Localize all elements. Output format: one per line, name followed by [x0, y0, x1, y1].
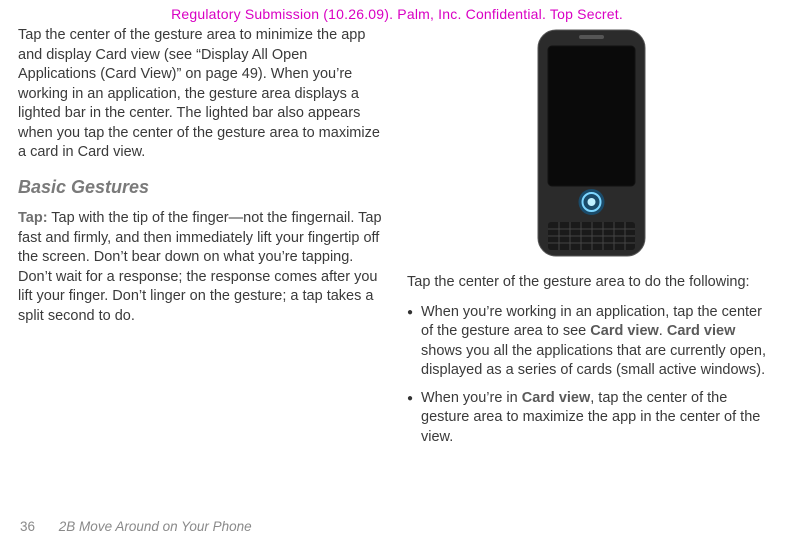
card-view-label: Card view	[590, 323, 659, 339]
gesture-caption: Tap the center of the gesture area to do…	[407, 273, 776, 293]
section-heading-basic-gestures: Basic Gestures	[18, 175, 387, 199]
confidential-notice: Regulatory Submission (10.26.09). Palm, …	[18, 0, 776, 26]
left-column: Tap the center of the gesture area to mi…	[18, 26, 387, 456]
bullet-text-2: When you’re in Card view, tap the center…	[421, 389, 776, 448]
tap-paragraph: Tap: Tap with the tip of the finger—not …	[18, 209, 387, 326]
list-item: ● When you’re working in an application,…	[407, 303, 776, 381]
intro-paragraph: Tap the center of the gesture area to mi…	[18, 26, 387, 163]
page-footer: 36 2B Move Around on Your Phone	[20, 519, 252, 534]
bullet-icon: ●	[407, 303, 421, 381]
bullet2-part1: When you’re in	[421, 390, 522, 406]
right-column: Tap the center of the gesture area to do…	[407, 26, 776, 456]
phone-illustration	[407, 26, 776, 261]
term-tap: Tap:	[18, 210, 48, 226]
bullet-text-1: When you’re working in an application, t…	[421, 303, 776, 381]
phone-icon	[524, 26, 659, 261]
tap-body: Tap with the tip of the finger—not the f…	[18, 210, 382, 324]
page-number: 36	[20, 519, 35, 534]
bullet-icon: ●	[407, 389, 421, 448]
list-item: ● When you’re in Card view, tap the cent…	[407, 389, 776, 448]
chapter-title: 2B Move Around on Your Phone	[59, 519, 252, 534]
content-columns: Tap the center of the gesture area to mi…	[18, 26, 776, 456]
card-view-label: Card view	[522, 390, 591, 406]
bullet1-part2: .	[659, 323, 667, 339]
card-view-label: Card view	[667, 323, 736, 339]
bullet1-part3: shows you all the applications that are …	[421, 343, 766, 379]
